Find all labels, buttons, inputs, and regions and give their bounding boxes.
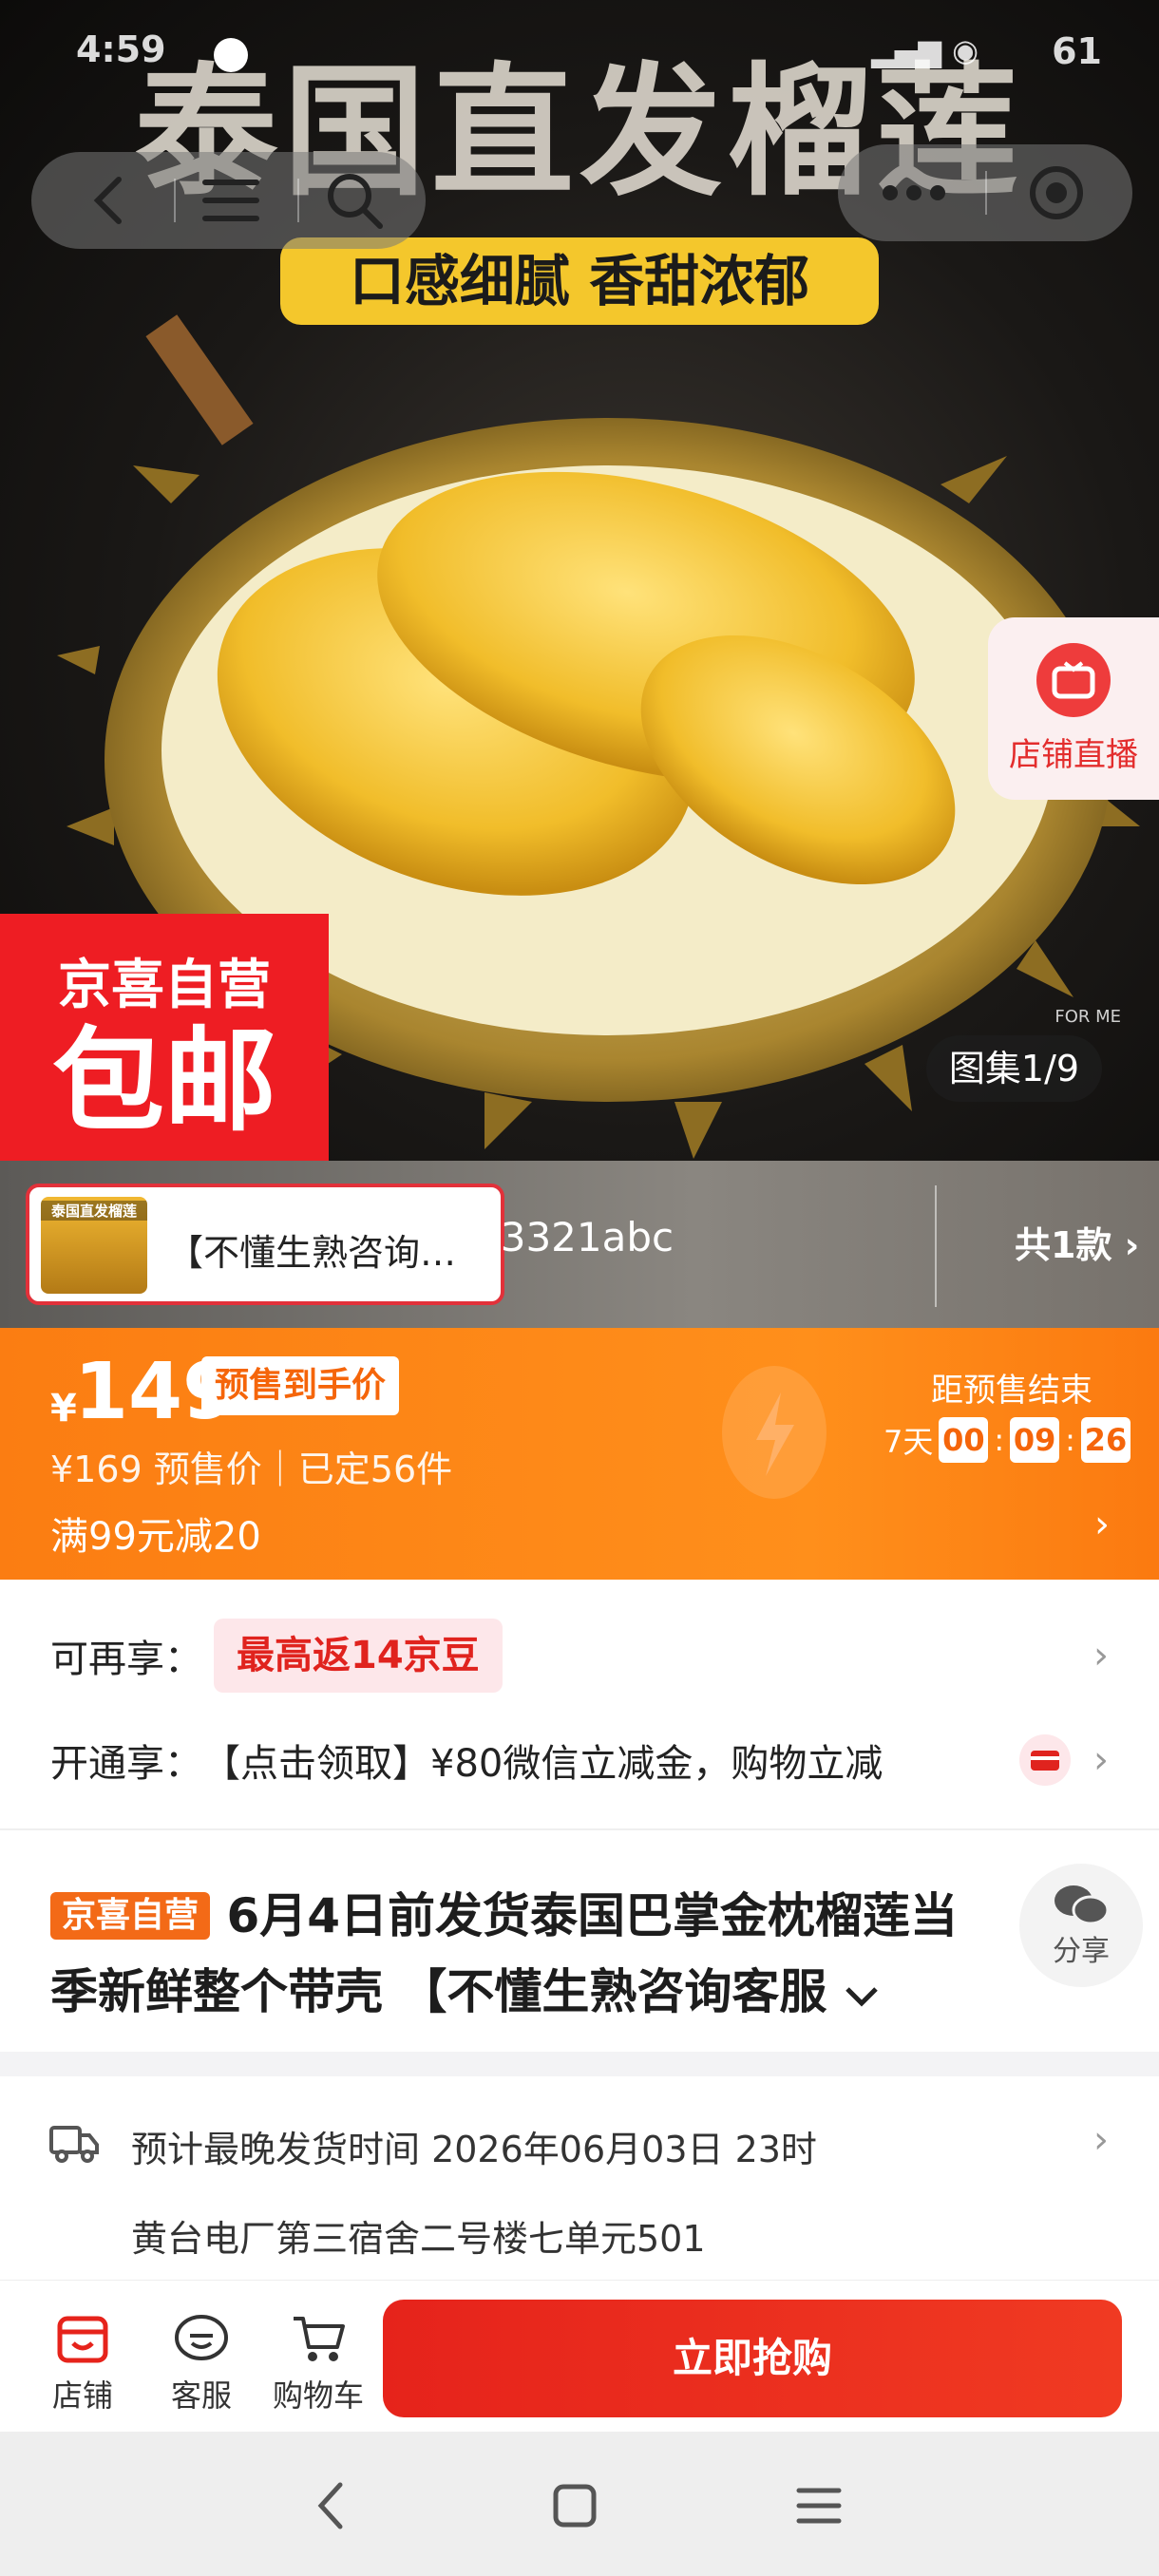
jingdou-rebate-row[interactable]: 可再享： 最高返14京豆 › <box>50 1618 1109 1694</box>
presale-info: ¥169 预售价｜已定56件 <box>50 1449 453 1490</box>
image-watermark: FOR ME <box>1054 1007 1121 1027</box>
system-recents-button[interactable] <box>781 2468 857 2544</box>
free-shipping-badge: 京喜自营 包邮 <box>0 914 329 1161</box>
menu-icon <box>202 180 259 221</box>
more-button[interactable] <box>857 144 971 241</box>
sku-count-button[interactable]: 共1款 › <box>1015 1216 1139 1268</box>
chevron-down-icon <box>846 1987 878 2007</box>
system-back-button[interactable] <box>293 2468 369 2544</box>
chevron-right-icon: › <box>1093 2118 1109 2162</box>
search-button[interactable] <box>297 152 411 249</box>
lightning-icon <box>722 1366 826 1499</box>
nav-pill-right <box>838 144 1132 241</box>
chevron-right-icon: › <box>1093 1634 1109 1677</box>
status-bar: 4:59 ▂▄▆ ◉ 61 <box>57 28 1102 76</box>
countdown-seconds: 26 <box>1080 1417 1130 1463</box>
jingdou-pill: 最高返14京豆 <box>214 1619 503 1693</box>
shop-button[interactable]: 店铺 <box>30 2307 135 2415</box>
wallet-icon <box>1019 1734 1071 1786</box>
self-operated-tag: 京喜自营 <box>50 1892 211 1940</box>
product-title[interactable]: 京喜自营 6月4日前发货泰国巴掌金枕榴莲当季新鲜整个带壳 【不懂生熟咨询客服 <box>50 1878 991 2030</box>
recents-menu-icon <box>796 2488 842 2524</box>
promo-line-2: 包邮 <box>51 1015 276 1146</box>
buy-now-button[interactable]: 立即抢购 <box>383 2300 1122 2417</box>
wechat-voucher-text: 【点击领取】¥80微信立减金，购物立减 <box>202 1742 884 1786</box>
sku-option-selected[interactable]: 泰国直发榴莲 【不懂生熟咨询… <box>26 1184 504 1305</box>
chevron-right-icon: › <box>1093 1738 1109 1782</box>
share-button[interactable]: 分享 <box>1019 1864 1143 1987</box>
share-label: 分享 <box>1053 1935 1110 1968</box>
product-title-block: 京喜自营 6月4日前发货泰国巴掌金枕榴莲当季新鲜整个带壳 【不懂生熟咨询客服 分… <box>0 1828 1159 2052</box>
close-miniprogram-button[interactable] <box>999 144 1113 241</box>
battery-indicator: 61 <box>1052 30 1102 72</box>
wechat-notification-icon <box>214 38 248 72</box>
promo-line-1: 京喜自营 <box>58 955 271 1016</box>
delivery-address: 黄台电厂第三宿舍二号楼七单元501 <box>131 2218 706 2260</box>
cart-button[interactable]: 购物车 <box>266 2307 370 2415</box>
currency-symbol: ¥ <box>50 1387 77 1430</box>
system-home-button[interactable] <box>537 2468 613 2544</box>
coupon-text: 满99元减20 <box>50 1515 261 1559</box>
sku-code: 23321abc <box>475 1214 674 1260</box>
signal-icon: ▂▄▆ ◉ <box>871 32 978 68</box>
presale-price-tag: 预售到手价 <box>201 1356 400 1415</box>
shipping-eta: 预计最晚发货时间 2026年06月03日 23时 <box>131 2129 817 2170</box>
truck-icon <box>49 2126 99 2163</box>
customer-service-button[interactable]: 客服 <box>149 2307 254 2415</box>
gallery-counter[interactable]: 图集1/9 <box>926 1035 1102 1102</box>
sku-thumbnail: 泰国直发榴莲 <box>41 1197 147 1294</box>
countdown-minutes: 09 <box>1010 1417 1060 1463</box>
wechat-icon <box>1054 1885 1110 1925</box>
price-panel[interactable]: ¥ 149 预售到手价 ¥169 预售价｜已定56件 满99元减20 距预售结束… <box>0 1328 1159 1580</box>
product-image-gallery[interactable]: 泰国直发榴莲 口感细腻 香甜浓郁 4:59 ▂▄▆ ◉ 61 店铺直播 京喜自营… <box>0 0 1159 1161</box>
shop-live-button[interactable]: 店铺直播 <box>988 617 1159 800</box>
search-icon <box>328 174 383 229</box>
perks-section: 可再享： 最高返14京豆 › 开通享： 【点击领取】¥80微信立减金，购物立减 … <box>0 1580 1159 1828</box>
hero-subline: 口感细腻 香甜浓郁 <box>280 237 879 325</box>
sku-selector-strip: 泰国直发榴莲 【不懂生熟咨询… 23321abc 共1款 › <box>0 1161 1159 1328</box>
nav-pill-left <box>31 152 426 249</box>
perk-label: 开通享： <box>50 1742 202 1786</box>
shop-label: 店铺 <box>51 2377 113 2414</box>
cart-label: 购物车 <box>272 2377 364 2414</box>
back-arrow-icon <box>317 2482 343 2529</box>
menu-button[interactable] <box>174 152 288 249</box>
wechat-voucher-row[interactable]: 开通享： 【点击领取】¥80微信立减金，购物立减 › <box>50 1722 1109 1798</box>
shop-icon <box>57 2316 108 2363</box>
back-button[interactable] <box>50 152 164 249</box>
perk-label: 可再享： <box>50 1638 202 1681</box>
chevron-right-icon: › <box>1094 1503 1110 1546</box>
countdown-hours: 00 <box>939 1417 989 1463</box>
target-icon <box>1030 166 1083 219</box>
home-square-icon <box>553 2484 597 2528</box>
countdown-timer: 7天 00: 09: 26 <box>884 1417 1136 1463</box>
cart-icon <box>294 2317 345 2361</box>
more-dots-icon <box>883 185 945 200</box>
chevron-left-icon <box>93 177 122 224</box>
delivery-section[interactable]: 预计最晚发货时间 2026年06月03日 23时 黄台电厂第三宿舍二号楼七单元5… <box>0 2076 1159 2285</box>
sku-name: 【不懂生熟咨询… <box>167 1232 457 1274</box>
countdown-label: 距预售结束 <box>931 1372 1092 1410</box>
shop-live-label: 店铺直播 <box>1009 735 1138 774</box>
system-navigation-bar <box>0 2432 1159 2576</box>
countdown-days: 7天 <box>884 1424 934 1460</box>
live-tv-icon <box>1036 642 1111 717</box>
chat-icon <box>175 2315 228 2360</box>
customer-service-label: 客服 <box>170 2377 232 2414</box>
bottom-action-bar: 店铺 客服 购物车 立即抢购 <box>0 2280 1159 2432</box>
status-time: 4:59 <box>76 28 166 70</box>
